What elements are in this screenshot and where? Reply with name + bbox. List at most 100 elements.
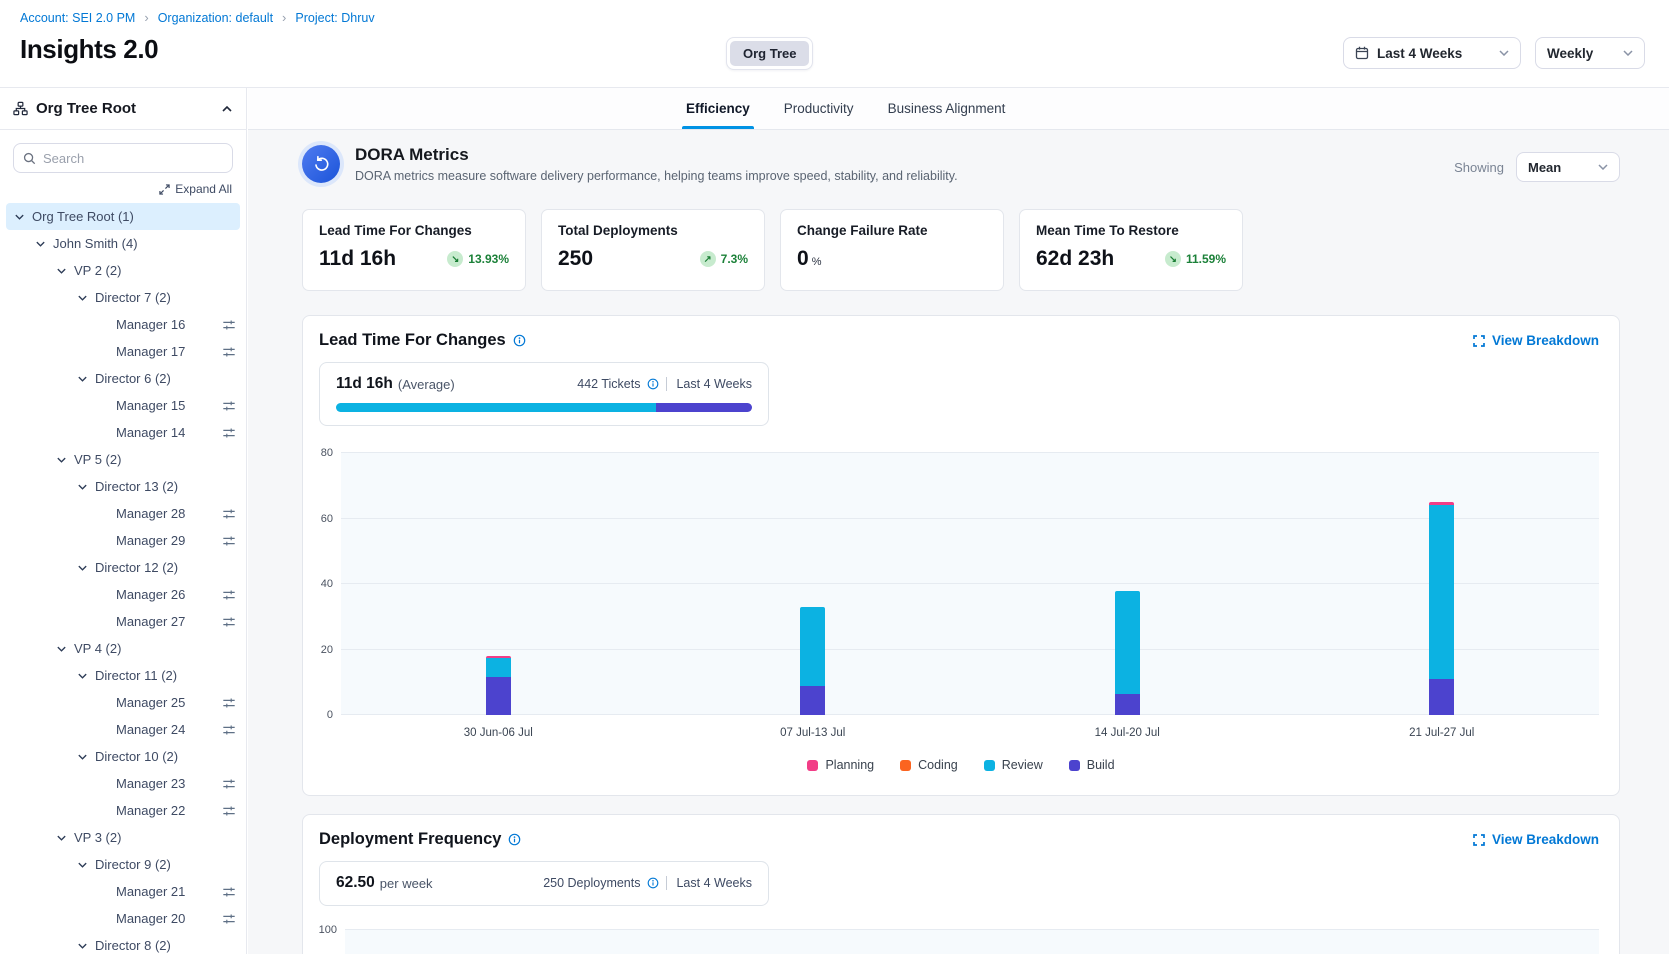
filter-sliders-icon[interactable] bbox=[222, 885, 236, 899]
bar-segment-build bbox=[486, 677, 511, 715]
deployment-rate-value: 62.50 bbox=[336, 874, 375, 892]
date-range-select[interactable]: Last 4 Weeks bbox=[1343, 37, 1521, 69]
filter-sliders-icon[interactable] bbox=[222, 696, 236, 710]
chevron-down-icon[interactable] bbox=[56, 456, 67, 464]
stacked-bar[interactable] bbox=[800, 607, 825, 715]
info-icon[interactable] bbox=[647, 877, 659, 889]
chevron-down-icon[interactable] bbox=[14, 213, 25, 221]
tree-item[interactable]: Manager 15 bbox=[6, 392, 240, 419]
legend-item-planning[interactable]: Planning bbox=[807, 758, 874, 772]
sidebar-search[interactable] bbox=[13, 143, 233, 173]
chevron-down-icon[interactable] bbox=[56, 645, 67, 653]
stacked-bar[interactable] bbox=[1429, 502, 1454, 715]
info-icon[interactable] bbox=[513, 334, 526, 347]
tree-item[interactable]: Director 13 (2) bbox=[6, 473, 240, 500]
tree-item[interactable]: Manager 22 bbox=[6, 797, 240, 824]
sidebar-header: Org Tree Root bbox=[0, 88, 246, 130]
granularity-select[interactable]: Weekly bbox=[1535, 37, 1645, 69]
tree-item[interactable]: Director 7 (2) bbox=[6, 284, 240, 311]
tree-item[interactable]: VP 4 (2) bbox=[6, 635, 240, 662]
tree-item[interactable]: John Smith (4) bbox=[6, 230, 240, 257]
info-icon[interactable] bbox=[508, 833, 521, 846]
org-tree-button-label: Org Tree bbox=[730, 41, 809, 66]
tree-item[interactable]: Manager 21 bbox=[6, 878, 240, 905]
tab-productivity[interactable]: Productivity bbox=[784, 88, 854, 129]
tree-item[interactable]: Manager 26 bbox=[6, 581, 240, 608]
tab-business-alignment[interactable]: Business Alignment bbox=[888, 88, 1006, 129]
tree-item[interactable]: Manager 20 bbox=[6, 905, 240, 932]
view-breakdown-label: View Breakdown bbox=[1492, 333, 1599, 348]
filter-sliders-icon[interactable] bbox=[222, 723, 236, 737]
filter-sliders-icon[interactable] bbox=[222, 399, 236, 413]
tree-item[interactable]: VP 3 (2) bbox=[6, 824, 240, 851]
tree-item[interactable]: Director 11 (2) bbox=[6, 662, 240, 689]
tree-item[interactable]: Manager 29 bbox=[6, 527, 240, 554]
org-tree-button[interactable]: Org Tree bbox=[726, 37, 813, 70]
stacked-bar[interactable] bbox=[1115, 591, 1140, 715]
chevron-down-icon[interactable] bbox=[35, 240, 46, 248]
chevron-down-icon[interactable] bbox=[77, 942, 88, 950]
chevron-up-icon[interactable] bbox=[221, 105, 233, 113]
tree-item[interactable]: Manager 27 bbox=[6, 608, 240, 635]
filter-sliders-icon[interactable] bbox=[222, 534, 236, 548]
tree-item[interactable]: Manager 28 bbox=[6, 500, 240, 527]
tree-item[interactable]: Manager 14 bbox=[6, 419, 240, 446]
tree-item[interactable]: Manager 16 bbox=[6, 311, 240, 338]
filter-sliders-icon[interactable] bbox=[222, 426, 236, 440]
search-input[interactable] bbox=[43, 151, 223, 166]
stacked-bar[interactable] bbox=[486, 656, 511, 715]
tree-item[interactable]: Director 8 (2) bbox=[6, 932, 240, 959]
tree-item[interactable]: Director 9 (2) bbox=[6, 851, 240, 878]
filter-sliders-icon[interactable] bbox=[222, 507, 236, 521]
filter-sliders-icon[interactable] bbox=[222, 777, 236, 791]
legend-item-build[interactable]: Build bbox=[1069, 758, 1115, 772]
tree-item[interactable]: Manager 24 bbox=[6, 716, 240, 743]
lead-time-view-breakdown[interactable]: View Breakdown bbox=[1473, 333, 1599, 348]
chevron-down-icon bbox=[1499, 50, 1509, 56]
showing-select[interactable]: Mean bbox=[1516, 152, 1620, 182]
chevron-down-icon bbox=[1623, 50, 1633, 56]
chevron-down-icon[interactable] bbox=[77, 672, 88, 680]
chevron-down-icon[interactable] bbox=[77, 294, 88, 302]
breadcrumb-link[interactable]: Project: Dhruv bbox=[295, 11, 374, 25]
deployment-view-breakdown[interactable]: View Breakdown bbox=[1473, 832, 1599, 847]
delta-badge: ↘13.93% bbox=[447, 251, 509, 267]
tree-item[interactable]: Director 10 (2) bbox=[6, 743, 240, 770]
tree-item[interactable]: Director 6 (2) bbox=[6, 365, 240, 392]
tree-item-label: VP 4 (2) bbox=[74, 641, 121, 656]
filter-sliders-icon[interactable] bbox=[222, 588, 236, 602]
tree-item-label: Manager 23 bbox=[116, 776, 185, 791]
tree-item-label: Manager 29 bbox=[116, 533, 185, 548]
breadcrumb-link[interactable]: Organization: default bbox=[158, 11, 273, 25]
tree-item[interactable]: Manager 23 bbox=[6, 770, 240, 797]
filter-sliders-icon[interactable] bbox=[222, 345, 236, 359]
y-axis-tick: 0 bbox=[315, 709, 333, 721]
content-area: DORA Metrics DORA metrics measure softwa… bbox=[248, 130, 1669, 954]
tab-efficiency[interactable]: Efficiency bbox=[686, 88, 750, 129]
tree-item[interactable]: Director 12 (2) bbox=[6, 554, 240, 581]
chevron-down-icon[interactable] bbox=[77, 861, 88, 869]
lead-time-panel: Lead Time For Changes View Breakdown 11d… bbox=[302, 315, 1620, 796]
filter-sliders-icon[interactable] bbox=[222, 804, 236, 818]
chevron-down-icon[interactable] bbox=[77, 375, 88, 383]
breadcrumb-link[interactable]: Account: SEI 2.0 PM bbox=[20, 11, 135, 25]
info-icon[interactable] bbox=[647, 378, 659, 390]
expand-all-button[interactable]: Expand All bbox=[0, 182, 232, 196]
tree-item[interactable]: Org Tree Root (1) bbox=[6, 203, 240, 230]
chevron-down-icon[interactable] bbox=[77, 483, 88, 491]
filter-sliders-icon[interactable] bbox=[222, 615, 236, 629]
x-axis-label: 14 Jul-20 Jul bbox=[970, 727, 1285, 739]
chevron-down-icon[interactable] bbox=[77, 753, 88, 761]
chevron-down-icon[interactable] bbox=[56, 267, 67, 275]
chevron-down-icon[interactable] bbox=[56, 834, 67, 842]
tree-item[interactable]: VP 2 (2) bbox=[6, 257, 240, 284]
metric-card: Total Deployments250↗7.3% bbox=[541, 209, 765, 291]
legend-item-review[interactable]: Review bbox=[984, 758, 1043, 772]
tree-item[interactable]: Manager 17 bbox=[6, 338, 240, 365]
tree-item[interactable]: VP 5 (2) bbox=[6, 446, 240, 473]
tree-item[interactable]: Manager 25 bbox=[6, 689, 240, 716]
legend-item-coding[interactable]: Coding bbox=[900, 758, 958, 772]
chevron-down-icon[interactable] bbox=[77, 564, 88, 572]
filter-sliders-icon[interactable] bbox=[222, 318, 236, 332]
filter-sliders-icon[interactable] bbox=[222, 912, 236, 926]
